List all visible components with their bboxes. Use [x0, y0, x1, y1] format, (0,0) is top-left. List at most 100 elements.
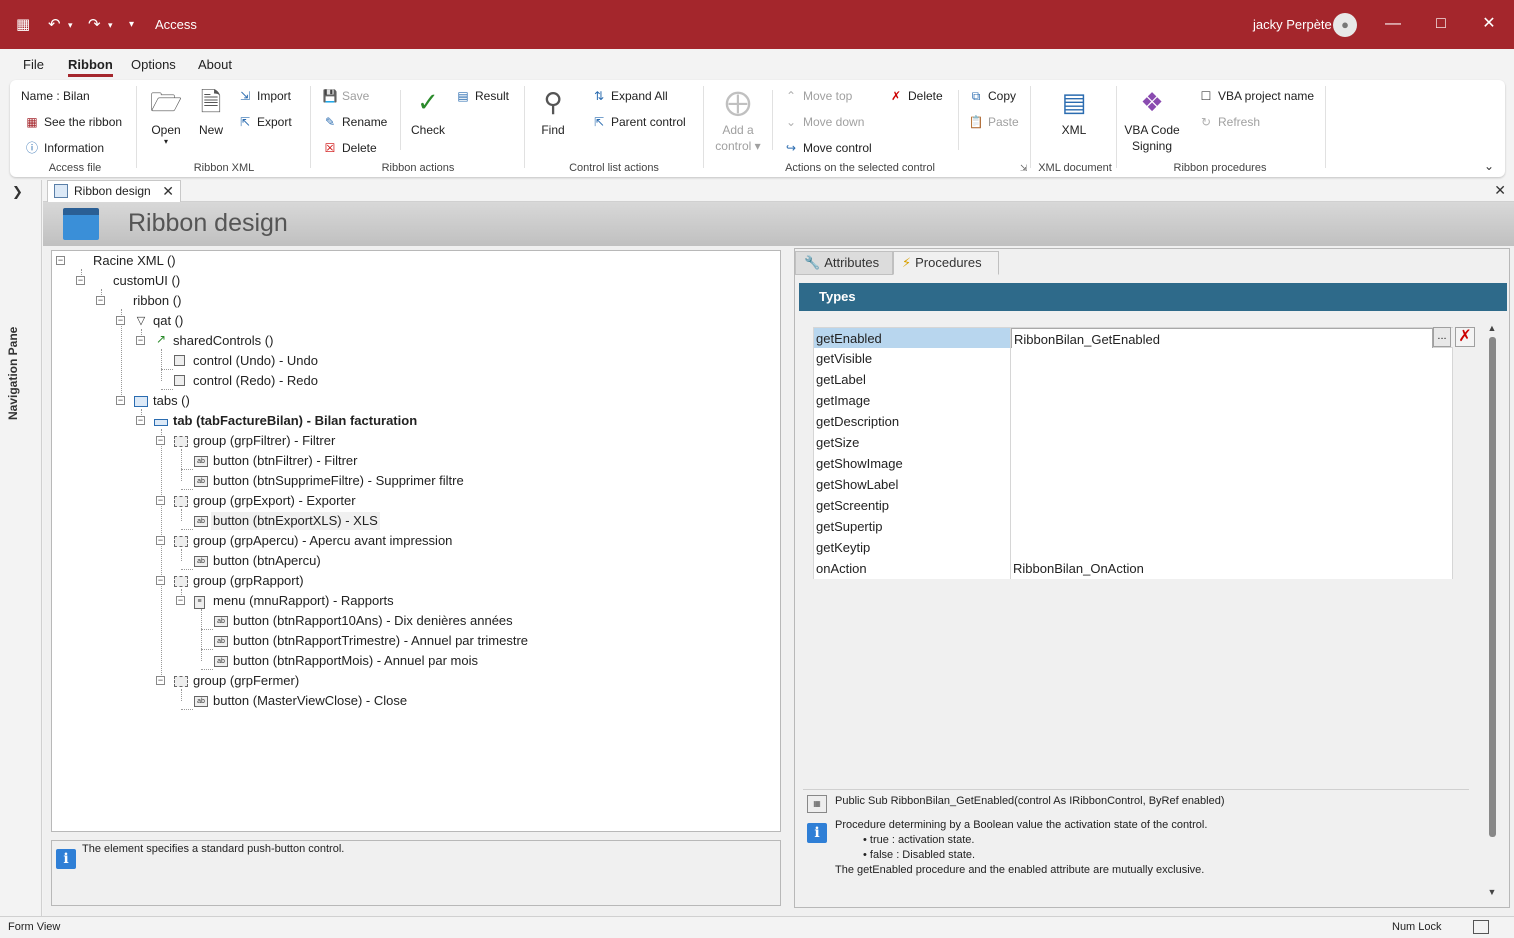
information-button[interactable]: ⓘ Information [24, 140, 104, 156]
tree-node-qat[interactable]: qat () [153, 312, 183, 330]
grid-row-value[interactable] [1011, 432, 1453, 453]
grid-row[interactable]: getVisible [813, 348, 1453, 369]
grid-row[interactable]: getSupertip [813, 516, 1453, 537]
ellipsis-button[interactable]: ... [1433, 327, 1451, 347]
expand-all-button[interactable]: ⇅ Expand All [591, 88, 668, 104]
grid-row[interactable]: getLabel [813, 369, 1453, 390]
tree-node-control-undo[interactable]: control (Undo) - Undo [193, 352, 318, 370]
tab-options[interactable]: Options [131, 57, 176, 72]
tree-node-btn-rapporttrimestre[interactable]: button (btnRapportTrimestre) - Annuel pa… [233, 632, 528, 650]
save-button[interactable]: 💾 Save [322, 88, 370, 104]
result-button[interactable]: ▤ Result [455, 88, 509, 104]
grid-row-value[interactable] [1011, 453, 1453, 474]
grid-row[interactable]: getKeytip [813, 537, 1453, 558]
ribbon-tree[interactable]: − − − − − − − − − − − − − ▽ ↗ ab ab ab a… [51, 250, 781, 832]
move-down-button[interactable]: ⌄ Move down [783, 114, 864, 130]
tree-node-customui[interactable]: customUI () [113, 272, 180, 290]
check-button[interactable]: ✓ Check [408, 86, 448, 138]
add-control-button[interactable]: ⨁ Add a control ▾ [710, 86, 766, 154]
tab-about[interactable]: About [198, 57, 232, 72]
delete-control-button[interactable]: ✗ Delete [888, 88, 943, 104]
navigation-pane[interactable]: ❯ Navigation Pane [0, 180, 42, 916]
redo-icon[interactable]: ↷ [88, 13, 101, 37]
tree-node-tab-factbilan[interactable]: tab (tabFactureBilan) - Bilan facturatio… [173, 412, 417, 430]
tab-procedures[interactable]: ⚡ Procedures [893, 251, 999, 275]
scroll-down-icon[interactable]: ▼ [1486, 887, 1498, 897]
delete-ribbon-button[interactable]: ☒ Delete [322, 140, 377, 156]
dialog-launcher-icon[interactable]: ⇲ [1020, 160, 1028, 176]
new-button[interactable]: 🗎 New [193, 86, 229, 138]
vba-project-name-checkbox[interactable]: ☐ VBA project name [1198, 88, 1314, 104]
maximize-icon[interactable]: □ [1429, 12, 1453, 36]
grid-row[interactable]: getScreentip [813, 495, 1453, 516]
grid-row[interactable]: getImage [813, 390, 1453, 411]
collapse-toggle[interactable]: − [156, 436, 165, 445]
procedure-value-input[interactable]: RibbonBilan_GetEnabled [1011, 328, 1433, 349]
collapse-toggle[interactable]: − [136, 416, 145, 425]
tab-ribbon[interactable]: Ribbon [68, 57, 113, 77]
tree-node-btn-rapport10ans[interactable]: button (btnRapport10Ans) - Dix denières … [233, 612, 513, 630]
redo-dropdown-icon[interactable]: ▾ [108, 13, 113, 37]
vba-code-signing-button[interactable]: ❖ VBA Code Signing [1122, 86, 1182, 154]
xml-button[interactable]: ▤ XML [1054, 86, 1094, 138]
tab-file[interactable]: File [23, 57, 44, 72]
collapse-toggle[interactable]: − [176, 596, 185, 605]
scroll-up-icon[interactable]: ▲ [1486, 323, 1498, 333]
tree-node-btn-apercu[interactable]: button (btnApercu) [213, 552, 321, 570]
tab-ribbon-design[interactable]: Ribbon design ✕ [47, 180, 181, 202]
grid-row-value[interactable] [1011, 516, 1453, 537]
collapse-toggle[interactable]: − [136, 336, 145, 345]
user-name[interactable]: jacky Perpète [1253, 17, 1332, 32]
vertical-scrollbar[interactable]: ▲ ▼ [1486, 323, 1498, 901]
delete-procedure-icon[interactable]: ✗ [1455, 327, 1475, 347]
refresh-button[interactable]: ↻ Refresh [1198, 114, 1260, 130]
tree-node-btn-filtrer[interactable]: button (btnFiltrer) - Filtrer [213, 452, 357, 470]
collapse-toggle[interactable]: − [156, 536, 165, 545]
tree-node-btn-masterviewclose[interactable]: button (MasterViewClose) - Close [213, 692, 407, 710]
collapse-toggle[interactable]: − [156, 576, 165, 585]
import-button[interactable]: ⇲ Import [237, 88, 291, 104]
tree-node-ribbon[interactable]: ribbon () [133, 292, 181, 310]
copy-button[interactable]: ⧉ Copy [968, 88, 1016, 104]
collapse-toggle[interactable]: − [76, 276, 85, 285]
open-button[interactable]: 🗁 Open ▾ [148, 86, 184, 146]
collapse-toggle[interactable]: − [116, 396, 125, 405]
avatar-icon[interactable]: ● [1333, 13, 1357, 37]
find-button[interactable]: ⚲ Find [534, 86, 572, 138]
tree-node-grp-apercu[interactable]: group (grpApercu) - Apercu avant impress… [193, 532, 452, 550]
collapse-toggle[interactable]: − [96, 296, 105, 305]
chevron-right-icon[interactable]: ❯ [12, 184, 23, 200]
grid-row[interactable]: getEnabled RibbonBilan_GetEnabled [813, 327, 1453, 349]
grid-row[interactable]: getSize [813, 432, 1453, 453]
collapse-toggle[interactable]: − [156, 676, 165, 685]
see-ribbon-button[interactable]: ▦ See the ribbon [24, 114, 122, 130]
close-icon[interactable]: ✕ [1477, 12, 1501, 36]
close-icon[interactable]: ✕ [162, 181, 174, 201]
tree-node-racine[interactable]: Racine XML () [93, 252, 176, 270]
grid-row-value[interactable]: RibbonBilan_OnAction [1011, 558, 1453, 579]
tree-node-btn-supprimefiltre[interactable]: button (btnSupprimeFiltre) - Supprimer f… [213, 472, 464, 490]
tree-node-btn-exportxls[interactable]: button (btnExportXLS) - XLS [211, 512, 380, 530]
close-document-icon[interactable]: ✕ [1494, 182, 1506, 199]
tree-node-mnu-rapport[interactable]: menu (mnuRapport) - Rapports [213, 592, 394, 610]
tree-node-btn-rapportmois[interactable]: button (btnRapportMois) - Annuel par moi… [233, 652, 478, 670]
tree-node-sharedcontrols[interactable]: sharedControls () [173, 332, 273, 350]
collapse-toggle[interactable]: − [156, 496, 165, 505]
grid-row[interactable]: getShowLabel [813, 474, 1453, 495]
scroll-thumb[interactable] [1489, 337, 1496, 837]
grid-row-value[interactable] [1011, 474, 1453, 495]
tab-attributes[interactable]: 🔧 Attributes [795, 251, 893, 275]
move-top-button[interactable]: ⌃ Move top [783, 88, 852, 104]
tree-node-grp-rapport[interactable]: group (grpRapport) [193, 572, 304, 590]
form-view-icon[interactable] [1473, 920, 1489, 934]
grid-row-value[interactable] [1011, 348, 1453, 369]
minimize-icon[interactable]: — [1381, 12, 1405, 36]
grid-row-value[interactable] [1011, 390, 1453, 411]
grid-row-value[interactable] [1011, 495, 1453, 516]
grid-row[interactable]: getDescription [813, 411, 1453, 432]
customize-qat-icon[interactable]: ▾ [129, 13, 134, 37]
grid-row-value[interactable] [1011, 537, 1453, 558]
undo-dropdown-icon[interactable]: ▾ [68, 13, 73, 37]
tree-node-control-redo[interactable]: control (Redo) - Redo [193, 372, 318, 390]
undo-icon[interactable]: ↶ [48, 13, 61, 37]
